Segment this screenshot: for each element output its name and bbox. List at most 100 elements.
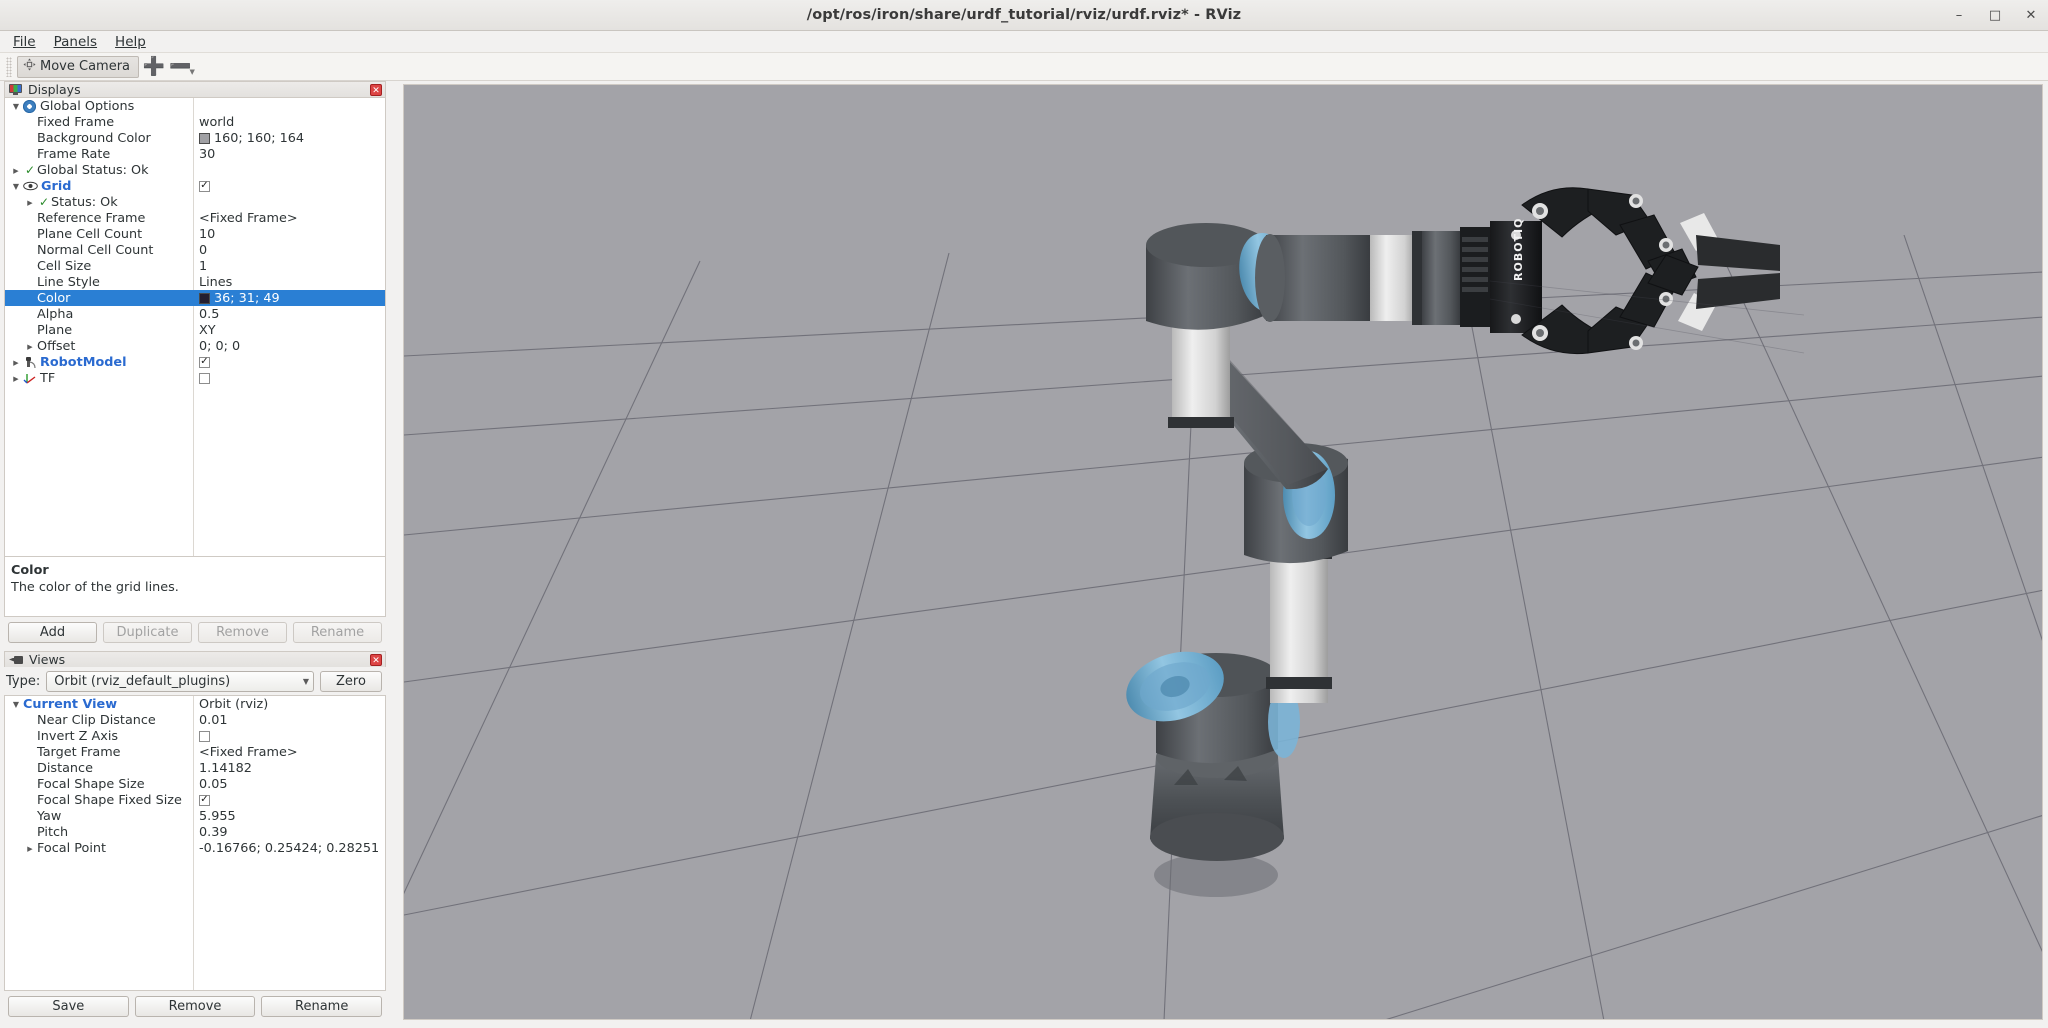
- zero-button[interactable]: Zero: [320, 671, 382, 692]
- remove-display-button[interactable]: Remove: [198, 622, 287, 643]
- display-row-fixed-frame[interactable]: Fixed Frame world: [5, 114, 385, 130]
- views-panel-close-icon[interactable]: ✕: [370, 654, 382, 666]
- menu-help-label: Help: [115, 33, 146, 50]
- row-label: Focal Shape Fixed Size: [37, 792, 182, 808]
- menu-file[interactable]: File: [4, 32, 45, 52]
- add-button[interactable]: Add: [8, 622, 97, 643]
- menu-panels[interactable]: Panels: [45, 32, 106, 52]
- remove-tool-button[interactable]: ➖ ▼: [169, 56, 195, 78]
- displays-icon: [9, 84, 22, 95]
- row-value: world: [199, 114, 235, 130]
- views-panel-header: Views ✕: [4, 651, 386, 667]
- display-row-plane[interactable]: Plane XY: [5, 322, 385, 338]
- view-row-distance[interactable]: Distance 1.14182: [5, 760, 385, 776]
- duplicate-button[interactable]: Duplicate: [103, 622, 192, 643]
- expander-icon[interactable]: [23, 198, 37, 207]
- close-icon[interactable]: ✕: [2022, 7, 2040, 25]
- view-row-yaw[interactable]: Yaw 5.955: [5, 808, 385, 824]
- expander-icon[interactable]: [9, 374, 23, 383]
- row-label: Frame Rate: [37, 146, 111, 162]
- display-row-reference-frame[interactable]: Reference Frame <Fixed Frame>: [5, 210, 385, 226]
- row-checkbox[interactable]: ✓: [199, 794, 210, 806]
- row-value: -0.16766; 0.25424; 0.28251: [199, 840, 380, 856]
- 3d-scene: ROBOTIQ: [404, 85, 2042, 1019]
- toolbar: Move Camera ➕ ➖ ▼: [0, 53, 2048, 81]
- display-row-tf[interactable]: TF: [5, 370, 385, 386]
- views-tree[interactable]: Current ViewOrbit (rviz)Near Clip Distan…: [4, 695, 386, 991]
- row-label: Color: [37, 290, 71, 306]
- minimize-icon[interactable]: –: [1950, 7, 1968, 25]
- display-row-robotmodel[interactable]: RobotModel ✓: [5, 354, 385, 370]
- expander-icon[interactable]: [9, 182, 23, 191]
- move-camera-button[interactable]: Move Camera: [17, 55, 140, 78]
- save-view-button[interactable]: Save: [8, 996, 129, 1017]
- display-row-frame-rate[interactable]: Frame Rate 30: [5, 146, 385, 162]
- display-row-normal-cell-count[interactable]: Normal Cell Count 0: [5, 242, 385, 258]
- views-panel-title: Views: [29, 652, 66, 667]
- toolbar-grip[interactable]: [6, 56, 12, 77]
- view-row-focal-shape-size[interactable]: Focal Shape Size 0.05: [5, 776, 385, 792]
- row-value: <Fixed Frame>: [199, 210, 298, 226]
- view-row-near-clip-distance[interactable]: Near Clip Distance 0.01: [5, 712, 385, 728]
- display-row-background-color[interactable]: Background Color 160; 160; 164: [5, 130, 385, 146]
- expander-icon[interactable]: [9, 700, 23, 709]
- expander-icon[interactable]: [23, 342, 37, 351]
- view-row-target-frame[interactable]: Target Frame <Fixed Frame>: [5, 744, 385, 760]
- display-row-color[interactable]: Color 36; 31; 49: [5, 290, 385, 306]
- expander-icon[interactable]: [9, 358, 23, 367]
- check-icon: ✓: [38, 195, 50, 209]
- display-row-global-status-ok[interactable]: ✓Global Status: Ok: [5, 162, 385, 178]
- chevron-down-icon[interactable]: ▼: [190, 68, 195, 76]
- row-value: 1.14182: [199, 760, 252, 776]
- row-label: RobotModel: [40, 354, 127, 370]
- row-value: 0.39: [199, 824, 228, 840]
- dock-splitter-handle[interactable]: ◆: [385, 98, 386, 556]
- display-row-alpha[interactable]: Alpha 0.5: [5, 306, 385, 322]
- check-icon: ✓: [24, 163, 36, 177]
- row-value: 36; 31; 49: [214, 290, 280, 306]
- color-swatch[interactable]: [199, 132, 210, 144]
- display-row-global-options[interactable]: Global Options: [5, 98, 385, 114]
- row-checkbox[interactable]: ✓: [199, 356, 210, 368]
- view-type-select[interactable]: Orbit (rviz_default_plugins) ▼: [46, 671, 314, 692]
- add-tool-button[interactable]: ➕: [141, 56, 167, 78]
- row-label: Near Clip Distance: [37, 712, 156, 728]
- 3d-render-view[interactable]: ROBOTIQ: [403, 84, 2043, 1020]
- expander-icon[interactable]: [23, 844, 37, 853]
- row-value: 30: [199, 146, 216, 162]
- display-row-plane-cell-count[interactable]: Plane Cell Count 10: [5, 226, 385, 242]
- row-checkbox[interactable]: ✓: [199, 180, 210, 192]
- view-row-current-view[interactable]: Current View Orbit (rviz): [5, 696, 385, 712]
- menu-panels-label: Panels: [53, 33, 98, 50]
- displays-panel-close-icon[interactable]: ✕: [370, 84, 382, 96]
- row-checkbox[interactable]: [199, 372, 210, 384]
- display-row-status-ok[interactable]: ✓Status: Ok: [5, 194, 385, 210]
- view-row-focal-shape-fixed-size[interactable]: Focal Shape Fixed Size ✓: [5, 792, 385, 808]
- display-row-grid[interactable]: Grid ✓: [5, 178, 385, 194]
- row-label: Status: Ok: [51, 194, 118, 210]
- color-swatch[interactable]: [199, 292, 210, 304]
- description-title: Color: [11, 563, 49, 578]
- rename-view-button[interactable]: Rename: [261, 996, 383, 1017]
- remove-view-button[interactable]: Remove: [134, 996, 256, 1017]
- view-row-invert-z-axis[interactable]: Invert Z Axis: [5, 728, 385, 744]
- expander-icon[interactable]: [9, 166, 23, 175]
- display-row-cell-size[interactable]: Cell Size 1: [5, 258, 385, 274]
- move-camera-icon: [23, 58, 36, 75]
- displays-tree[interactable]: Global OptionsFixed FrameworldBackground…: [4, 97, 386, 557]
- robot-icon: [23, 356, 37, 369]
- row-checkbox[interactable]: [199, 730, 210, 742]
- row-label: TF: [40, 370, 56, 386]
- view-row-focal-point[interactable]: Focal Point -0.16766; 0.25424; 0.28251: [5, 840, 385, 856]
- display-row-line-style[interactable]: Line Style Lines: [5, 274, 385, 290]
- views-button-row: Save Remove Rename: [4, 991, 386, 1021]
- maximize-icon[interactable]: □: [1986, 7, 2004, 25]
- display-row-offset[interactable]: Offset 0; 0; 0: [5, 338, 385, 354]
- expander-icon[interactable]: [9, 102, 23, 111]
- row-label: Focal Shape Size: [37, 776, 145, 792]
- menu-help[interactable]: Help: [106, 32, 155, 52]
- chevron-down-icon: ▼: [302, 677, 309, 686]
- view-row-pitch[interactable]: Pitch 0.39: [5, 824, 385, 840]
- rename-display-button[interactable]: Rename: [293, 622, 382, 643]
- row-value: 0.05: [199, 776, 228, 792]
